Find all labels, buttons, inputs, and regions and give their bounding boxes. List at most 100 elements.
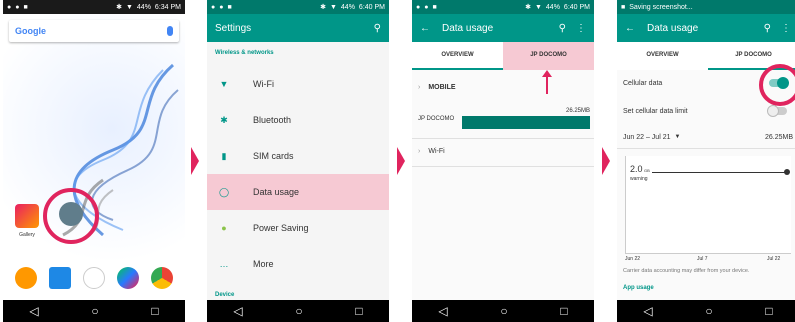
recents-icon[interactable]: □ — [151, 304, 158, 318]
home-icon[interactable]: ○ — [91, 304, 98, 318]
recents-icon[interactable]: □ — [355, 304, 362, 318]
home-icon[interactable]: ○ — [500, 304, 507, 318]
settings-item-wifi[interactable]: ▼ Wi-Fi — [207, 66, 389, 102]
mic-icon[interactable] — [167, 26, 173, 36]
section-header-device: Device — [215, 292, 235, 298]
phone-settings: ● ● ■ ✱ ▼ 44% 6:40 PM Settings ⚲ Wireless & n… — [207, 0, 389, 322]
gallery-label: Gallery — [19, 232, 35, 238]
bluetooth-icon: ✱ — [220, 114, 228, 125]
chevron-right-icon: › — [418, 83, 421, 91]
lock-icon: ● — [416, 3, 421, 11]
graph-warning: warning — [630, 176, 648, 182]
warning-handle[interactable] — [784, 169, 790, 175]
status-bar: ● ● ■ ✱ ▼ 44% 6:40 PM — [207, 0, 389, 14]
home-icon[interactable]: ○ — [295, 304, 302, 318]
notification-icon: ● — [15, 3, 20, 11]
back-icon[interactable]: ◁ — [29, 304, 38, 318]
toggle-knob — [767, 105, 779, 117]
date-range-row[interactable]: Jun 22 – Jul 21 ▼ 26.25MB — [617, 130, 795, 144]
wifi-status-icon: ▼ — [125, 3, 133, 11]
settings-item-more[interactable]: … More — [207, 246, 389, 282]
tab-overview[interactable]: OVERVIEW — [412, 42, 503, 70]
highlight-circle — [759, 64, 795, 106]
overflow-menu-icon[interactable]: ⋮ — [781, 23, 791, 34]
divider — [412, 166, 594, 167]
tab-overview[interactable]: OVERVIEW — [617, 42, 708, 70]
graph-unit: GB — [644, 168, 650, 173]
lock-icon: ● — [211, 3, 216, 11]
google-logo: Google — [15, 26, 46, 36]
usage-value: 26.25MB — [565, 108, 590, 114]
home-icon[interactable]: ○ — [705, 304, 712, 318]
data-limit-toggle[interactable] — [767, 105, 787, 117]
mobile-section[interactable]: › MOBILE — [412, 80, 594, 94]
back-icon[interactable]: ◁ — [438, 304, 447, 318]
status-bar: ■ Saving screenshot... — [617, 0, 795, 14]
bluetooth-status-icon: ✱ — [320, 4, 326, 11]
chevron-right-icon: › — [418, 147, 421, 155]
google-search-bar[interactable]: Google — [9, 20, 179, 42]
chrome-icon[interactable] — [151, 267, 173, 289]
app-drawer-icon[interactable] — [83, 267, 105, 289]
warning-line — [652, 172, 786, 173]
overflow-menu-icon[interactable]: ⋮ — [576, 23, 586, 34]
status-time: 6:40 PM — [563, 3, 590, 11]
app-bar: Settings ⚲ — [207, 14, 389, 42]
section-header: Wireless & networks — [215, 50, 274, 56]
settings-item-bluetooth[interactable]: ✱ Bluetooth — [207, 102, 389, 138]
nav-bar: ◁ ○ □ — [617, 300, 795, 322]
step-arrow-1 — [191, 147, 199, 175]
bluetooth-status-icon: ✱ — [116, 4, 122, 11]
pointer-arrow-head — [542, 70, 552, 77]
recents-icon[interactable]: □ — [765, 304, 772, 318]
recents-icon[interactable]: □ — [560, 304, 567, 318]
power-icon: ● — [221, 223, 227, 233]
search-icon[interactable]: ⚲ — [559, 23, 566, 34]
wifi-label: Wi-Fi — [428, 147, 445, 155]
step-arrow-2 — [397, 147, 405, 175]
phone-home-screen: ●●■ ✱▼44%6:34 PM Google Gallery ◁ ○ — [3, 0, 185, 322]
search-icon[interactable]: ⚲ — [374, 23, 381, 34]
wifi-icon: ▼ — [219, 79, 229, 89]
gallery-app-icon[interactable] — [15, 204, 39, 228]
play-store-icon[interactable] — [117, 267, 139, 289]
settings-item-data-usage[interactable]: ◯ Data usage — [207, 174, 389, 210]
page-title: Data usage — [442, 22, 494, 34]
phone-app-icon[interactable] — [15, 267, 37, 289]
status-time: 6:34 PM — [154, 3, 181, 11]
highlight-circle — [43, 188, 99, 244]
battery-level: 44% — [340, 3, 355, 11]
tab-jp-docomo[interactable]: JP DOCOMO — [503, 42, 594, 70]
back-icon[interactable]: ◁ — [643, 304, 652, 318]
item-label: Bluetooth — [253, 115, 292, 125]
settings-item-sim[interactable]: ▮ SIM cards — [207, 138, 389, 174]
step-arrow-3 — [602, 147, 610, 175]
item-label: Data usage — [253, 187, 300, 197]
notification-icon: ● — [219, 3, 224, 11]
divider — [617, 148, 795, 149]
tab-bar: OVERVIEW JP DOCOMO — [412, 42, 594, 70]
more-icon: … — [219, 259, 229, 269]
contacts-app-icon[interactable] — [49, 267, 71, 289]
cellular-data-label: Cellular data — [623, 79, 663, 87]
settings-item-power-saving[interactable]: ● Power Saving — [207, 210, 389, 246]
item-label: Wi-Fi — [253, 79, 274, 89]
tab-bar: OVERVIEW JP DOCOMO — [617, 42, 795, 70]
nav-bar: ◁ ○ □ — [207, 300, 389, 322]
data-usage-icon: ◯ — [218, 186, 230, 197]
wifi-section[interactable]: › Wi-Fi — [412, 144, 594, 158]
wifi-status-icon: ▼ — [329, 3, 337, 11]
image-icon: ■ — [227, 3, 232, 11]
tutorial-figure: ●●■ ✱▼44%6:34 PM Google Gallery ◁ ○ — [0, 0, 795, 322]
sim-icon: ▮ — [221, 150, 227, 161]
back-arrow-icon[interactable]: ← — [420, 23, 430, 34]
carrier-note: Carrier data accounting may differ from … — [623, 268, 750, 274]
search-icon[interactable]: ⚲ — [764, 23, 771, 34]
phone-data-usage: ● ● ■ ✱ ▼ 44% 6:40 PM ← Data usage ⚲ ⋮ OVERVI… — [412, 0, 594, 322]
back-icon[interactable]: ◁ — [233, 304, 242, 318]
carrier-label: JP DOCOMO — [418, 116, 455, 122]
app-bar: ← Data usage ⚲ ⋮ — [412, 14, 594, 42]
back-arrow-icon[interactable]: ← — [625, 23, 635, 34]
dock — [9, 264, 179, 292]
data-limit-label: Set cellular data limit — [623, 107, 688, 115]
